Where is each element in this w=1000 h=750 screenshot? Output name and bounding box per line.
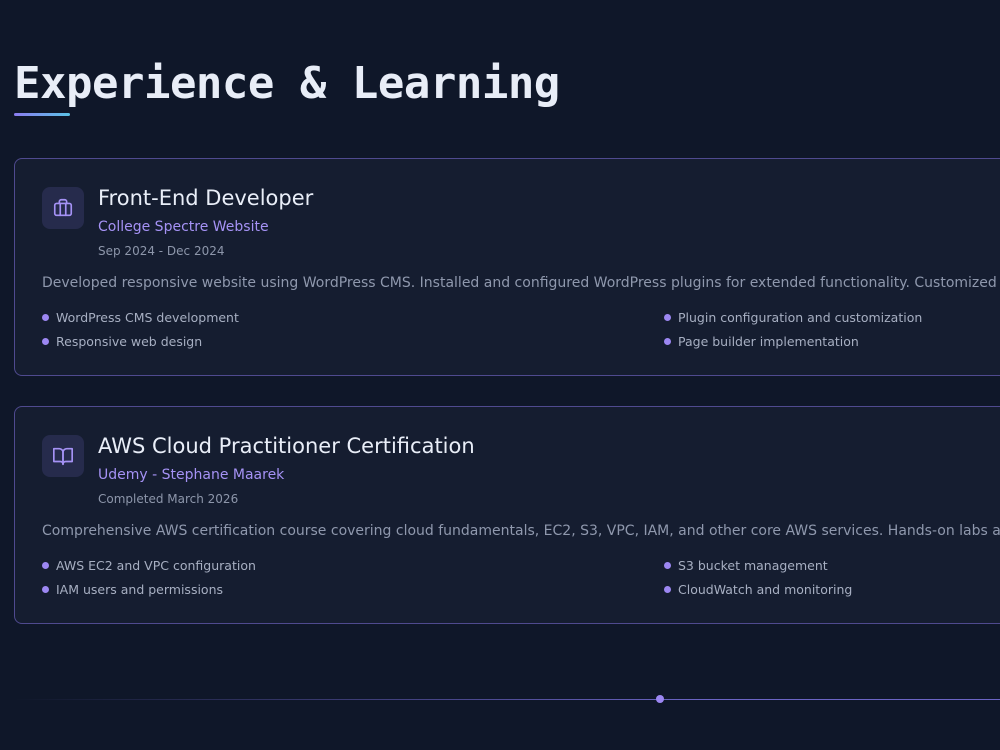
title-underline [14, 113, 70, 116]
bullet-item: AWS EC2 and VPC configuration [42, 558, 256, 573]
bullet-dot [664, 314, 671, 321]
bullet-item: CloudWatch and monitoring [664, 582, 852, 597]
card-date: Sep 2024 - Dec 2024 [98, 244, 225, 258]
card-description: Developed responsive website using WordP… [42, 275, 1000, 291]
bullet-dot [42, 562, 49, 569]
bullet-dot [664, 338, 671, 345]
bullet-item: Page builder implementation [664, 334, 859, 349]
briefcase-icon [42, 187, 84, 229]
bullet-item: IAM users and permissions [42, 582, 223, 597]
bullet-text: Responsive web design [56, 334, 203, 349]
card-title: AWS Cloud Practitioner Certification [98, 434, 475, 458]
bullet-text: Plugin configuration and customization [678, 310, 923, 325]
experience-section: Experience & Learning Front-End Develope… [0, 0, 1000, 750]
card-subtitle: Udemy - Stephane Maarek [98, 467, 285, 483]
bullet-dot [664, 562, 671, 569]
bullet-text: WordPress CMS development [56, 310, 239, 325]
bullet-text: Page builder implementation [678, 334, 859, 349]
card-date: Completed March 2026 [98, 492, 239, 506]
bullet-text: IAM users and permissions [56, 582, 224, 597]
bullet-text: CloudWatch and monitoring [678, 582, 853, 597]
section-title: Experience & Learning [14, 58, 560, 109]
card-description: Comprehensive AWS certification course c… [42, 523, 1000, 539]
divider-dot [656, 695, 664, 703]
bullet-text: S3 bucket management [678, 558, 828, 573]
bullet-item: S3 bucket management [664, 558, 828, 573]
bullet-dot [42, 338, 49, 345]
card-title: Front-End Developer [98, 186, 314, 210]
bullet-text: AWS EC2 and VPC configuration [56, 558, 256, 573]
experience-card: Front-End Developer College Spectre Webs… [14, 158, 1000, 376]
bullet-dot [42, 314, 49, 321]
bullet-dot [664, 586, 671, 593]
bullet-item: WordPress CMS development [42, 310, 239, 325]
card-subtitle: College Spectre Website [98, 219, 269, 235]
book-open-icon [42, 435, 84, 477]
experience-card: AWS Cloud Practitioner Certification Ude… [14, 406, 1000, 624]
bullet-item: Responsive web design [42, 334, 202, 349]
bullet-item: Plugin configuration and customization [664, 310, 922, 325]
bullet-dot [42, 586, 49, 593]
section-divider [14, 699, 1000, 700]
